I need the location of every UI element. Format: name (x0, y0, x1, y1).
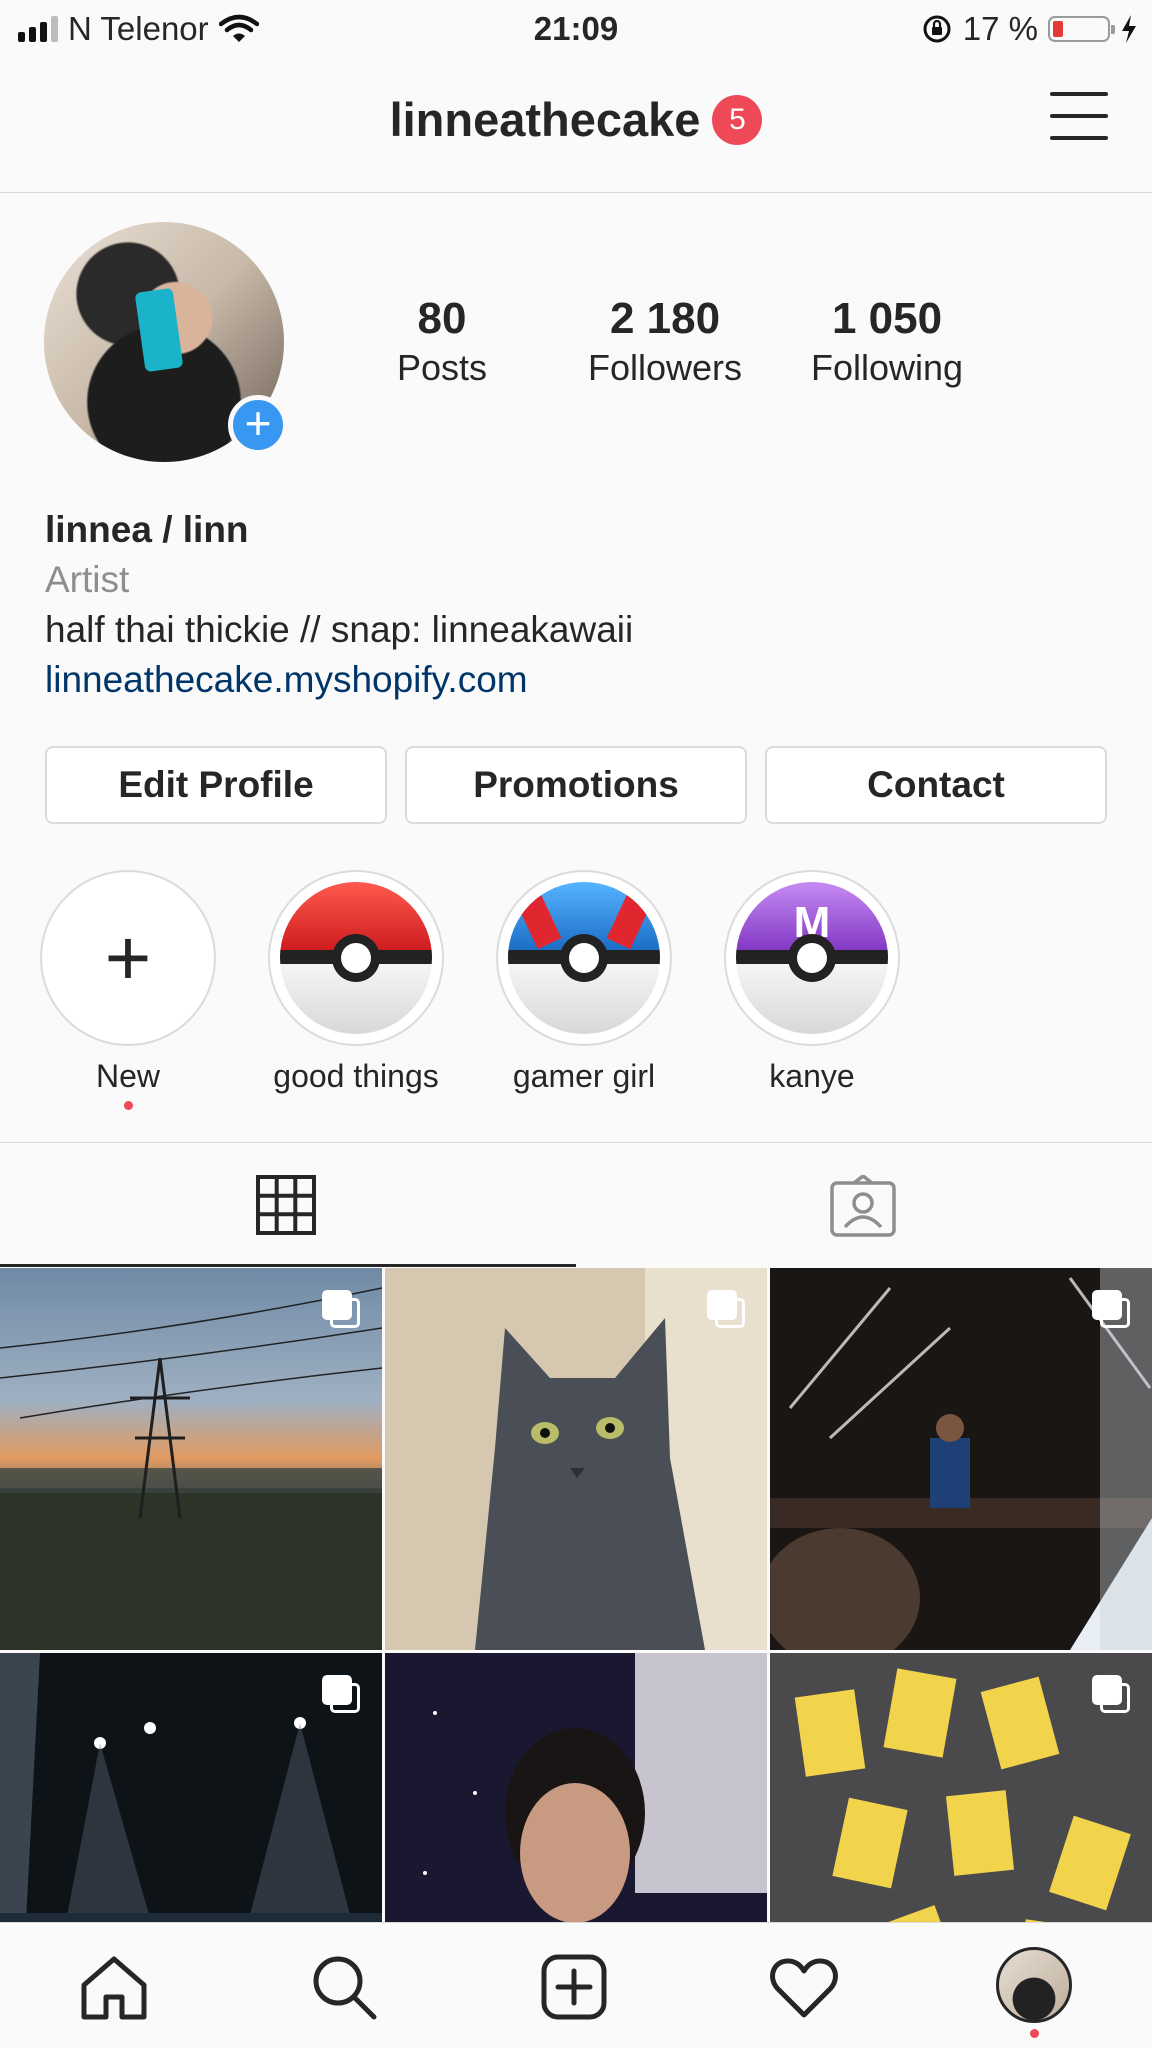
account-switcher[interactable]: linneathecake 5 (390, 92, 763, 147)
stat-posts[interactable]: 80 Posts (332, 292, 552, 390)
bio-section: linnea / linn Artist half thai thickie /… (45, 505, 1105, 705)
highlight-label: New (95, 1058, 160, 1094)
profile-tabs (0, 1142, 1152, 1267)
activity-heart-icon[interactable] (768, 1951, 840, 2023)
stat-value: 2 180 (609, 294, 721, 343)
highlight-ring (268, 870, 444, 1046)
contact-button[interactable]: Contact (765, 746, 1107, 824)
username-title: linneathecake (389, 93, 701, 146)
stat-label: Followers (587, 347, 743, 388)
post-thumbnail[interactable] (770, 1653, 1152, 1922)
tab-tagged[interactable] (576, 1143, 1152, 1267)
new-indicator-dot (123, 1101, 133, 1110)
posts-grid (0, 1268, 1152, 1922)
category-label: Artist (45, 559, 130, 600)
stat-label: Following (810, 347, 964, 388)
grid-icon (256, 1175, 316, 1235)
profile-header: linneathecake 5 (0, 58, 1152, 193)
edit-profile-button[interactable]: Edit Profile (45, 746, 387, 824)
add-story-icon[interactable]: + (228, 395, 288, 455)
multiple-photos-icon (322, 1290, 360, 1328)
profile-notification-dot (1030, 2029, 1039, 2038)
master-ball-icon: M (736, 882, 888, 1034)
highlight-label: good things (273, 1058, 439, 1094)
stat-following[interactable]: 1 050 Following (777, 292, 997, 390)
highlight-label: gamer girl (512, 1058, 656, 1094)
bottom-nav (0, 1922, 1152, 2048)
home-icon[interactable] (78, 1951, 150, 2023)
orientation-lock-icon (923, 15, 951, 43)
notification-badge: 5 (712, 94, 763, 145)
stat-value: 1 050 (831, 294, 943, 343)
great-ball-icon (508, 882, 660, 1034)
selfie-room-image (385, 1653, 767, 1922)
bio-text: half thai thickie // snap: linneakawaii (45, 609, 634, 650)
display-name: linnea / linn (45, 509, 249, 550)
highlight-gamer-girl[interactable]: gamer girl (494, 870, 674, 1095)
website-link[interactable]: linneathecake.myshopify.com (45, 655, 1105, 705)
post-thumbnail[interactable] (0, 1653, 382, 1922)
tagged-icon (830, 1175, 896, 1237)
highlight-kanye[interactable]: M kanye (722, 870, 902, 1095)
post-thumbnail[interactable] (0, 1268, 382, 1650)
post-thumbnail[interactable] (770, 1268, 1152, 1650)
battery-percent: 17 % (962, 10, 1038, 47)
post-thumbnail[interactable] (385, 1653, 767, 1922)
stat-value: 80 (417, 294, 467, 343)
add-post-icon[interactable] (538, 1951, 610, 2023)
search-icon[interactable] (308, 1951, 380, 2023)
multiple-photos-icon (322, 1675, 360, 1713)
status-bar: N Telenor 21:09 17 % (0, 0, 1152, 58)
post-thumbnail[interactable] (385, 1268, 767, 1650)
highlight-new[interactable]: + New (38, 870, 218, 1110)
highlight-good-things[interactable]: good things (266, 870, 446, 1095)
promotions-button[interactable]: Promotions (405, 746, 747, 824)
battery-icon (1048, 16, 1115, 42)
poke-ball-icon (280, 882, 432, 1034)
menu-icon[interactable] (1050, 90, 1110, 142)
header-title-wrap: linneathecake 5 (0, 92, 1152, 147)
stat-followers[interactable]: 2 180 Followers (555, 292, 775, 390)
highlight-ring: M (724, 870, 900, 1046)
highlight-ring: + (40, 870, 216, 1046)
charging-bolt-icon (1122, 15, 1136, 43)
multiple-photos-icon (1092, 1675, 1130, 1713)
highlight-ring (496, 870, 672, 1046)
stat-label: Posts (396, 347, 488, 388)
tab-grid[interactable] (0, 1143, 576, 1267)
status-right: 17 % (921, 10, 1138, 48)
highlight-label: kanye (769, 1058, 855, 1094)
multiple-photos-icon (1092, 1290, 1130, 1328)
plus-icon: + (104, 913, 152, 1002)
multiple-photos-icon (707, 1290, 745, 1328)
profile-tab-avatar[interactable] (996, 1947, 1072, 2023)
